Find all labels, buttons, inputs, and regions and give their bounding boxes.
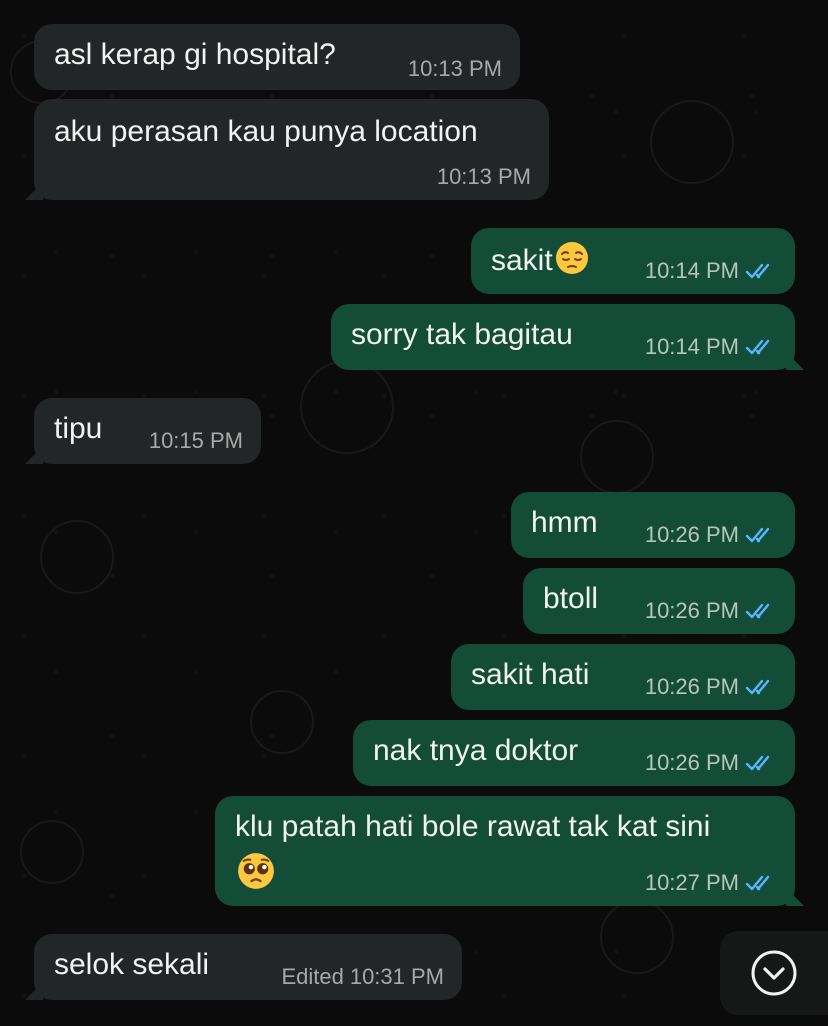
message-text: selok sekali: [54, 948, 210, 981]
wallpaper-doodle: [600, 900, 674, 974]
message-bubble-outgoing[interactable]: hmm 10:26 PM: [511, 492, 795, 558]
message-text: btoll: [543, 582, 599, 615]
wallpaper-doodle: [650, 100, 734, 184]
message-meta: 10:13 PM: [408, 58, 502, 80]
message-text: hmm: [531, 506, 598, 539]
message-text: sorry tak bagitau: [351, 318, 573, 351]
message-meta: 10:14 PM: [645, 336, 777, 358]
message-bubble-outgoing[interactable]: sakit 10:14 PM: [471, 228, 795, 294]
message-meta: 10:26 PM: [645, 600, 777, 622]
message-bubble-outgoing[interactable]: btoll 10:26 PM: [523, 568, 795, 634]
wallpaper-doodle: [250, 690, 314, 754]
message-meta: 10:15 PM: [149, 430, 243, 452]
message-time: 10:14 PM: [644, 334, 739, 359]
message-time: 10:26 PM: [644, 674, 739, 699]
message-meta: 10:27 PM: [645, 872, 777, 894]
message-text: klu patah hati bole rawat tak kat sini: [235, 810, 711, 843]
wallpaper-doodle: [580, 420, 654, 494]
message-text: aku perasan kau punya location: [54, 115, 478, 148]
message-time: 10:26 PM: [644, 522, 739, 547]
message-time: 10:26 PM: [644, 598, 739, 623]
read-receipt-icon: [745, 263, 770, 279]
wallpaper-doodle: [20, 820, 84, 884]
message-bubble-incoming[interactable]: tipu 10:15 PM: [34, 398, 261, 464]
message-meta: 10:26 PM: [645, 676, 777, 698]
message-text: asl kerap gi hospital?: [54, 38, 336, 71]
message-time: 10:15 PM: [148, 428, 243, 453]
read-receipt-icon: [745, 755, 770, 771]
read-receipt-icon: [745, 603, 770, 619]
message-bubble-outgoing[interactable]: sakit hati 10:26 PM: [451, 644, 795, 710]
message-time: 10:13 PM: [407, 56, 502, 81]
message-meta: 10:26 PM: [645, 752, 777, 774]
pensive-face-icon: [555, 242, 588, 274]
wallpaper-doodle: [40, 520, 114, 594]
message-bubble-incoming[interactable]: asl kerap gi hospital? 10:13 PM: [34, 24, 520, 90]
chevron-down-icon: [751, 950, 797, 996]
message-text: sakit: [491, 244, 553, 277]
message-bubble-outgoing[interactable]: nak tnya doktor 10:26 PM: [353, 720, 795, 786]
message-bubble-outgoing[interactable]: sorry tak bagitau 10:14 PM: [331, 304, 795, 370]
read-receipt-icon: [745, 339, 770, 355]
read-receipt-icon: [745, 527, 770, 543]
message-meta: 10:13 PM: [437, 166, 531, 188]
message-time: 10:27 PM: [644, 870, 739, 895]
message-text: sakit hati: [471, 658, 590, 691]
scroll-to-bottom-button[interactable]: [720, 931, 828, 1015]
message-text: nak tnya doktor: [373, 734, 579, 767]
wallpaper-doodle: [300, 360, 394, 454]
message-bubble-incoming[interactable]: aku perasan kau punya location 10:13 PM: [34, 99, 549, 200]
message-text: tipu: [54, 412, 103, 445]
message-time: 10:26 PM: [644, 750, 739, 775]
message-time: 10:31 PM: [349, 964, 444, 989]
message-meta: 10:26 PM: [645, 524, 777, 546]
message-time: 10:14 PM: [644, 258, 739, 283]
edited-label: Edited: [281, 964, 344, 989]
message-bubble-incoming[interactable]: selok sekali Edited 10:31 PM: [34, 934, 462, 1000]
message-time: 10:13 PM: [436, 164, 531, 189]
message-meta: Edited 10:31 PM: [281, 966, 444, 988]
pleading-face-icon: [238, 853, 274, 889]
read-receipt-icon: [745, 679, 770, 695]
message-meta: 10:14 PM: [645, 260, 777, 282]
message-bubble-outgoing[interactable]: klu patah hati bole rawat tak kat sini 1…: [215, 796, 795, 906]
read-receipt-icon: [745, 875, 770, 891]
message-text-wrap: sakit: [491, 241, 589, 279]
